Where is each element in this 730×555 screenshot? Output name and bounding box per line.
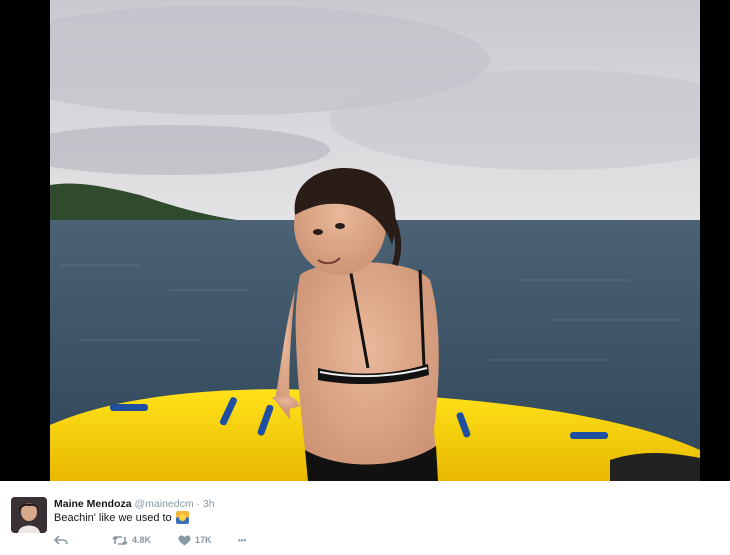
tweet-text: Beachin' like we used to — [54, 511, 189, 524]
tweet-body: Beachin' like we used to — [54, 511, 172, 524]
media-frame — [0, 0, 730, 481]
author-handle[interactable]: @mainedcm — [135, 498, 194, 510]
reply-icon — [54, 534, 68, 545]
avatar[interactable] — [11, 497, 47, 533]
author-name[interactable]: Maine Mendoza — [54, 498, 132, 510]
avatar-image — [11, 497, 47, 533]
separator-dot: · — [196, 498, 201, 510]
tweet-header: Maine Mendoza @mainedcm · 3h — [54, 498, 215, 510]
reply-button[interactable] — [54, 534, 112, 546]
tweet: Maine Mendoza @mainedcm · 3h Beachin' li… — [0, 481, 730, 555]
heart-icon — [178, 535, 191, 545]
retweet-button[interactable]: 4.8K — [112, 535, 178, 546]
tweet-actions: 4.8K 17K ••• — [54, 533, 246, 547]
more-button[interactable]: ••• — [238, 536, 246, 545]
tweet-timestamp[interactable]: 3h — [203, 498, 215, 510]
like-count: 17K — [195, 535, 212, 545]
retweet-count: 4.8K — [132, 535, 152, 545]
sunrise-emoji-icon — [175, 511, 189, 524]
tweet-photo[interactable] — [50, 0, 700, 481]
beach-photo-illustration — [50, 0, 700, 481]
more-dots-icon: ••• — [238, 535, 247, 545]
retweet-icon — [112, 535, 128, 545]
like-button[interactable]: 17K — [178, 535, 238, 546]
